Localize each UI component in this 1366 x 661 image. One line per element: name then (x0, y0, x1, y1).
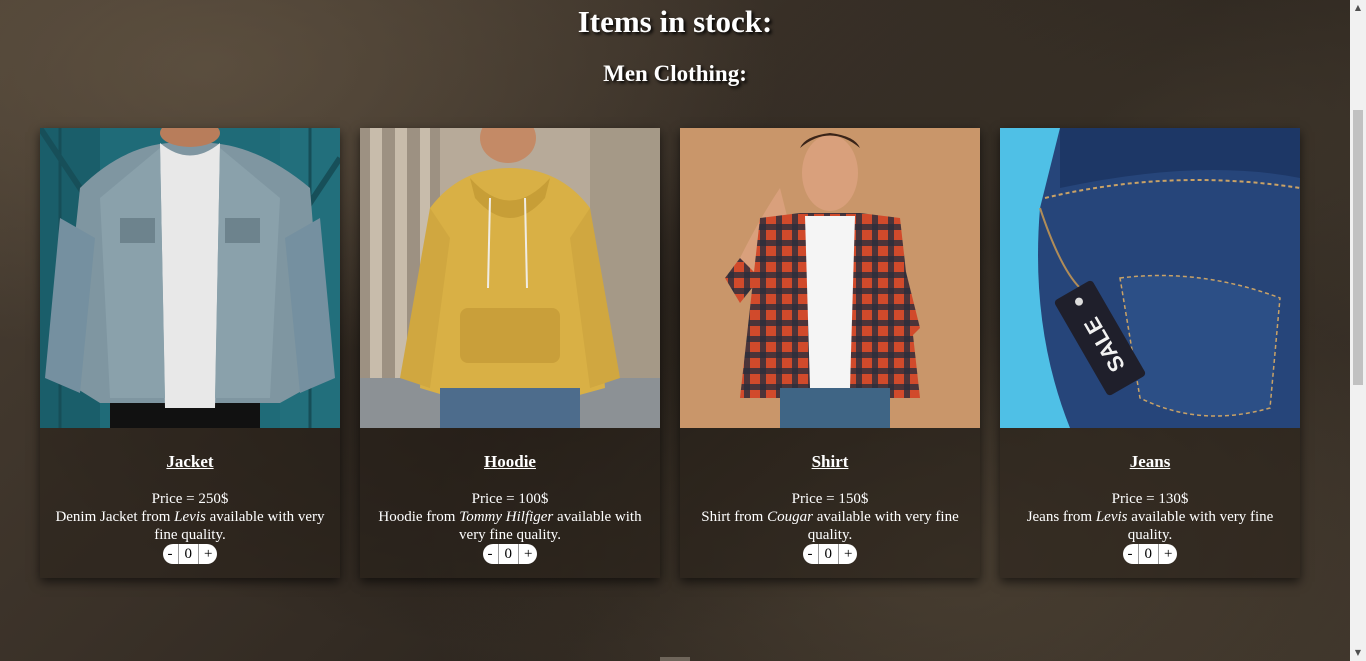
quantity-stepper: - 0 + (162, 544, 218, 564)
product-card-shirt: Shirt Price = 150$ Shirt from Cougar ava… (680, 128, 980, 578)
quantity-value[interactable]: 0 (177, 544, 200, 564)
decrement-button[interactable]: - (163, 544, 178, 564)
quantity-value[interactable]: 0 (817, 544, 840, 564)
description-text: Shirt from (701, 509, 768, 525)
page-title: Items in stock: (577, 4, 773, 39)
decrement-button[interactable]: - (483, 544, 498, 564)
product-card-hoodie: Hoodie Price = 100$ Hoodie from Tommy Hi… (360, 128, 660, 578)
product-description: Denim Jacket from Levis available with v… (40, 508, 340, 544)
quantity-value[interactable]: 0 (1137, 544, 1160, 564)
scrollbar-thumb[interactable] (1353, 110, 1363, 385)
product-description: Shirt from Cougar available with very fi… (680, 508, 980, 544)
quantity-stepper: - 0 + (1122, 544, 1178, 564)
increment-button[interactable]: + (1159, 544, 1177, 564)
product-name-link[interactable]: Shirt (680, 452, 980, 472)
section-title: Men Clothing: (603, 61, 747, 86)
product-image-jacket (40, 128, 340, 428)
scroll-down-arrow-icon[interactable]: ▼ (1350, 645, 1366, 661)
page: Items in stock: Men Clothing: Jacket Pri… (0, 0, 1350, 661)
brand-name: Tommy Hilfiger (459, 509, 554, 525)
description-text: available with very fine quality. (1127, 509, 1274, 543)
decrement-button[interactable]: - (1123, 544, 1138, 564)
product-description: Jeans from Levis available with very fin… (1000, 508, 1300, 544)
product-price: Price = 130$ (1111, 491, 1189, 507)
product-name-link[interactable]: Jeans (1000, 452, 1300, 472)
vertical-scrollbar[interactable]: ▲ ▼ (1350, 0, 1366, 661)
quantity-value[interactable]: 0 (497, 544, 520, 564)
increment-button[interactable]: + (519, 544, 537, 564)
description-text: available with very fine quality. (807, 509, 959, 543)
product-image-shirt (680, 128, 980, 428)
quantity-stepper: - 0 + (802, 544, 858, 564)
product-card-jeans: SALE Jeans Price = 130$ Jeans from Levis… (1000, 128, 1300, 578)
product-price: Price = 100$ (471, 491, 549, 507)
increment-button[interactable]: + (199, 544, 217, 564)
brand-name: Levis (1095, 509, 1128, 525)
product-price: Price = 250$ (151, 491, 229, 507)
scroll-up-arrow-icon[interactable]: ▲ (1350, 0, 1366, 16)
product-price: Price = 150$ (791, 491, 869, 507)
product-image-jeans: SALE (1000, 128, 1300, 428)
quantity-stepper: - 0 + (482, 544, 538, 564)
product-name-link[interactable]: Jacket (40, 452, 340, 472)
brand-name: Levis (174, 509, 206, 525)
description-text: Hoodie from (378, 509, 460, 525)
product-grid: Jacket Price = 250$ Denim Jacket from Le… (40, 128, 1300, 578)
product-name-link[interactable]: Hoodie (360, 452, 660, 472)
page-bottom-indicator (660, 657, 690, 661)
product-card-jacket: Jacket Price = 250$ Denim Jacket from Le… (40, 128, 340, 578)
product-image-hoodie (360, 128, 660, 428)
product-description: Hoodie from Tommy Hilfiger available wit… (360, 508, 660, 544)
description-text: Denim Jacket from (55, 509, 175, 525)
brand-name: Cougar (767, 509, 813, 525)
increment-button[interactable]: + (839, 544, 857, 564)
description-text: Jeans from (1026, 509, 1096, 525)
decrement-button[interactable]: - (803, 544, 818, 564)
